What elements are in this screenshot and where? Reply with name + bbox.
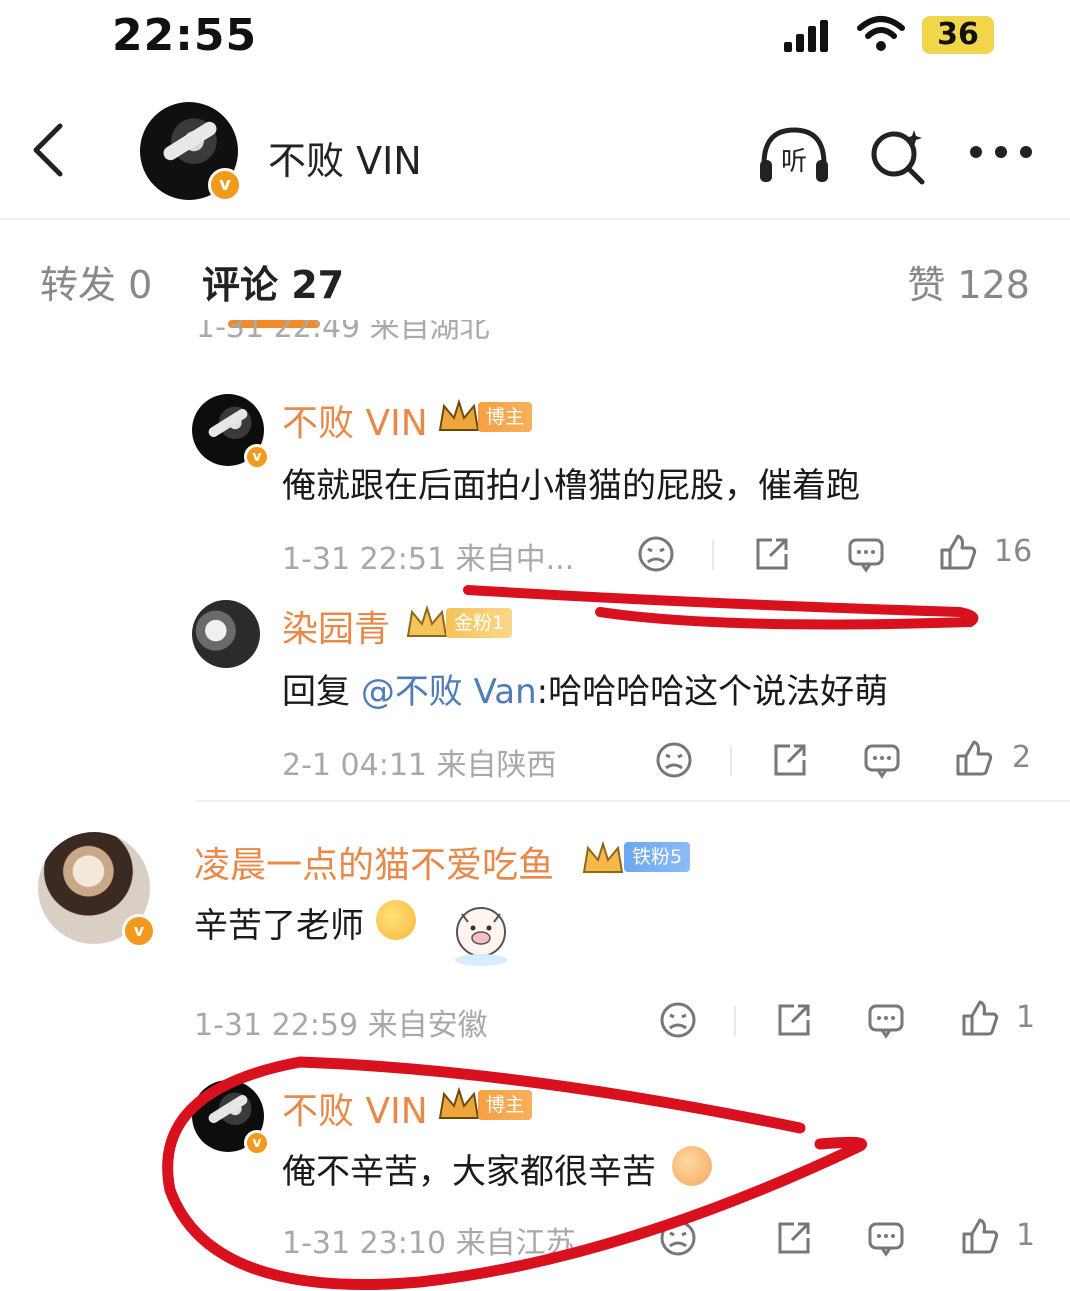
like-count: 1 [1016, 1000, 1036, 1035]
tab-likes[interactable]: 赞 128 [907, 254, 1030, 309]
more-icon[interactable] [968, 140, 1034, 164]
divider [196, 800, 1070, 802]
tab-bar: 转发 0 评论 27 赞 128 [0, 218, 1070, 334]
like-count: 16 [994, 534, 1033, 569]
divider [730, 746, 732, 776]
like-icon[interactable] [954, 738, 994, 778]
reply-text: :哈哈哈哈这个说法好萌 [536, 672, 889, 712]
verified-icon: v [244, 444, 270, 470]
share-icon[interactable] [774, 1000, 814, 1040]
dislike-face-icon[interactable] [658, 1000, 698, 1040]
emoji-icon [376, 900, 416, 940]
blogger-badge: 博主 [478, 1090, 533, 1120]
blogger-badge: 博主 [478, 402, 533, 432]
commenter-avatar[interactable] [192, 600, 260, 668]
battery-indicator: 36 [922, 16, 994, 54]
like-icon[interactable] [960, 998, 1000, 1038]
comment-icon[interactable] [866, 1000, 906, 1040]
verified-icon: v [244, 1130, 270, 1156]
hug-emoji-icon [672, 1146, 712, 1186]
dislike-face-icon[interactable] [658, 1218, 698, 1258]
crown-icon [438, 398, 480, 431]
dislike-face-icon[interactable] [636, 534, 676, 574]
comment-meta: 1-31 22:49 来自湖北 [196, 320, 490, 345]
tab-repost[interactable]: 转发 0 [40, 254, 152, 309]
commenter-name[interactable]: 不败 VIN [282, 1082, 428, 1134]
comment-meta: 2-1 04:11 来自陕西 [282, 748, 557, 783]
author-avatar[interactable]: v [140, 102, 242, 202]
crown-icon [438, 1086, 480, 1119]
signal-icon [784, 20, 828, 52]
search-icon[interactable] [866, 124, 930, 188]
comment-icon[interactable] [866, 1218, 906, 1258]
share-icon[interactable] [770, 740, 810, 780]
comment-item: v 不败 VIN 博主 俺就跟在后面拍小橹猫的屁股，催着跑 1-31 22:51… [0, 390, 1070, 590]
reply-prefix: 回复 [282, 672, 361, 712]
author-name[interactable]: 不败 VIN [268, 130, 422, 185]
verified-icon: v [122, 914, 156, 948]
mention-link[interactable]: @不败 Van [361, 672, 537, 712]
commenter-name[interactable]: 染园青 [282, 600, 390, 652]
like-icon[interactable] [960, 1216, 1000, 1256]
commenter-name[interactable]: 不败 VIN [282, 394, 428, 446]
divider [712, 540, 714, 570]
comment-item: v 凌晨一点的猫不爱吃鱼 铁粉5 辛苦了老师 1-31 22:59 来自安徽 1 [0, 828, 1070, 1058]
comment-text: 回复 @不败 Van:哈哈哈哈这个说法好萌 [282, 664, 888, 713]
share-icon[interactable] [774, 1218, 814, 1258]
comment-icon[interactable] [846, 534, 886, 574]
tab-comments[interactable]: 评论 27 [202, 254, 344, 309]
share-icon[interactable] [752, 534, 792, 574]
pig-sticker-icon [455, 907, 507, 966]
comment-item: v 不败 VIN 博主 俺不辛苦，大家都很辛苦 1-31 23:10 来自江苏 … [0, 1076, 1070, 1276]
comment-meta: 1-31 22:51 来自中... [282, 542, 575, 577]
back-arrow-icon[interactable] [28, 120, 68, 180]
like-count: 1 [1016, 1218, 1036, 1253]
commenter-avatar[interactable]: v [192, 1080, 270, 1156]
commenter-avatar[interactable]: v [38, 832, 156, 948]
comment-text: 俺就跟在后面拍小橹猫的屁股，催着跑 [282, 466, 860, 506]
comment-item: 染园青 金粉1 回复 @不败 Van:哈哈哈哈这个说法好萌 2-1 04:11 … [0, 596, 1070, 796]
crown-icon [406, 604, 448, 637]
header: v 不败 VIN 听 [0, 88, 1070, 216]
status-bar: 22:55 36 [0, 0, 1070, 80]
comment-icon[interactable] [862, 740, 902, 780]
like-count: 2 [1012, 740, 1032, 775]
svg-text:听: 听 [781, 147, 807, 177]
fan-badge: 金粉1 [446, 608, 513, 638]
crown-icon [582, 840, 624, 873]
commenter-avatar[interactable]: v [192, 394, 270, 470]
comment-text: 辛苦了老师 [194, 906, 364, 946]
comment-meta: 1-31 22:59 来自安徽 [194, 1008, 488, 1043]
comment-meta: 1-31 23:10 来自江苏 [282, 1226, 576, 1261]
divider [734, 1006, 736, 1036]
dislike-face-icon[interactable] [654, 740, 694, 780]
listen-icon[interactable]: 听 [756, 124, 832, 188]
fan-badge: 铁粉5 [624, 842, 691, 872]
clipped-comment-meta: 1-31 22:49 来自湖北 [0, 320, 1070, 350]
wifi-icon [857, 16, 905, 51]
like-icon[interactable] [938, 532, 978, 572]
status-time: 22:55 [112, 10, 258, 61]
verified-icon: v [208, 168, 242, 202]
commenter-name[interactable]: 凌晨一点的猫不爱吃鱼 [194, 836, 554, 888]
comment-text: 俺不辛苦，大家都很辛苦 [282, 1152, 656, 1192]
